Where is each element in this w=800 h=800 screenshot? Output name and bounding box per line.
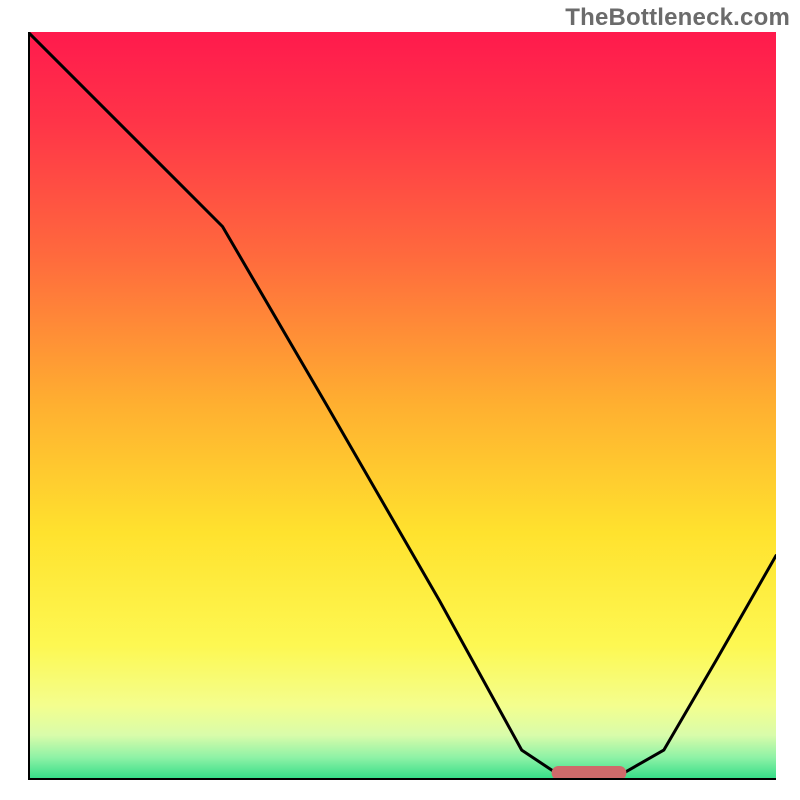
bottleneck-chart bbox=[28, 32, 776, 780]
chart-area bbox=[28, 32, 776, 780]
watermark-text: TheBottleneck.com bbox=[565, 4, 790, 32]
optimal-marker bbox=[552, 766, 627, 780]
chart-container: TheBottleneck.com bbox=[0, 0, 800, 800]
